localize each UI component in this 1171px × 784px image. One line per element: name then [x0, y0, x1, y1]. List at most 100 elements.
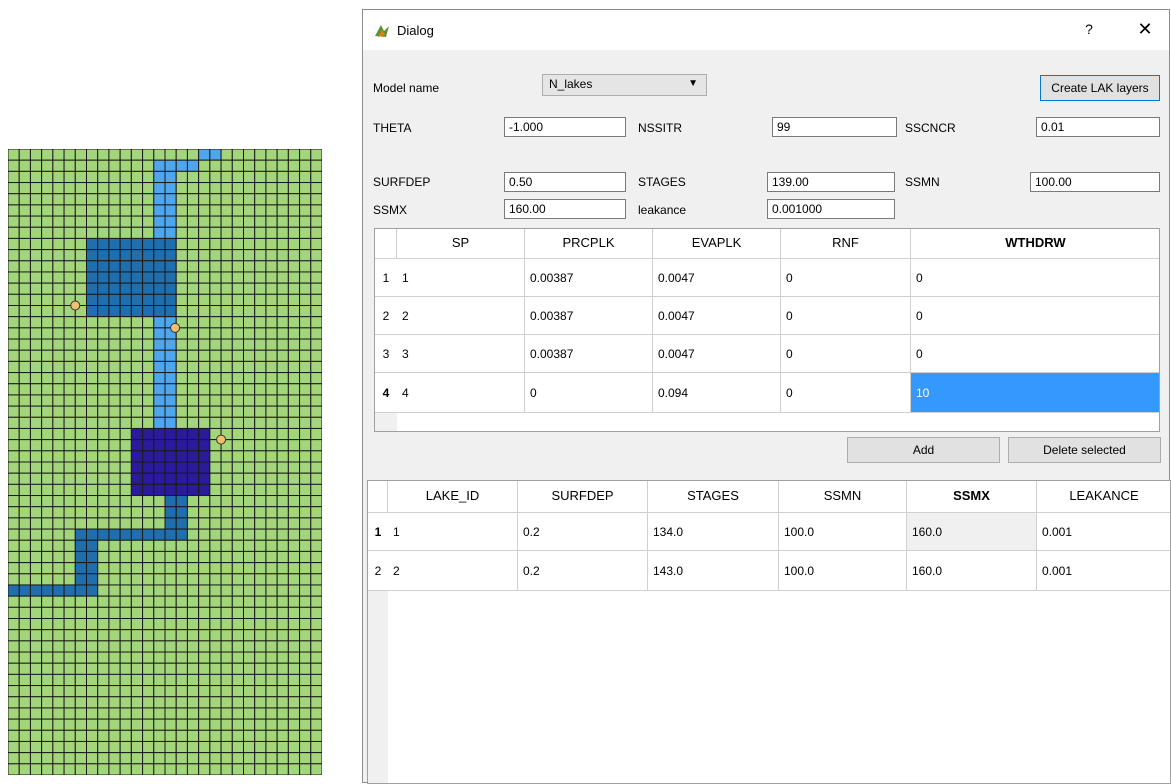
- grid-cell[interactable]: [276, 595, 289, 608]
- grid-cell[interactable]: [287, 338, 301, 351]
- grid-cell[interactable]: [108, 562, 121, 575]
- grid-cell[interactable]: [18, 170, 31, 184]
- grid-cell[interactable]: [74, 383, 88, 396]
- grid-cell[interactable]: [265, 562, 278, 575]
- row-header[interactable]: 3: [375, 335, 397, 373]
- grid-cell[interactable]: [243, 159, 256, 172]
- grid-cell[interactable]: [186, 349, 200, 362]
- table-cell[interactable]: 4: [397, 373, 525, 413]
- grid-cell[interactable]: [198, 528, 211, 541]
- grid-cell[interactable]: [209, 305, 222, 318]
- grid-cell[interactable]: [198, 618, 211, 631]
- grid-cell[interactable]: [231, 528, 244, 541]
- grid-cell[interactable]: [52, 338, 65, 351]
- grid-cell[interactable]: [86, 305, 99, 318]
- grid-cell[interactable]: [29, 338, 43, 351]
- grid-cell[interactable]: [243, 618, 256, 631]
- grid-cell[interactable]: [63, 327, 76, 340]
- grid-cell[interactable]: [220, 673, 233, 687]
- grid-cell[interactable]: [276, 372, 289, 385]
- grid-cell[interactable]: [41, 394, 54, 407]
- grid-cell[interactable]: [231, 618, 244, 631]
- grid-cell[interactable]: [18, 606, 31, 620]
- grid-cell[interactable]: [186, 740, 200, 754]
- grid-cell[interactable]: [198, 159, 211, 172]
- grid-cell[interactable]: [231, 193, 244, 206]
- grid-cell[interactable]: [63, 149, 76, 161]
- grid-cell[interactable]: [41, 450, 54, 463]
- grid-cell[interactable]: [41, 729, 54, 742]
- grid-cell[interactable]: [41, 673, 54, 687]
- grid-cell[interactable]: [97, 573, 110, 586]
- grid-cell[interactable]: [18, 740, 31, 754]
- grid-cell[interactable]: [8, 182, 20, 195]
- grid-cell[interactable]: [97, 149, 110, 161]
- grid-cell[interactable]: [142, 427, 155, 441]
- grid-cell[interactable]: [243, 707, 256, 720]
- sscncr-input[interactable]: 0.01: [1036, 117, 1160, 137]
- grid-cell[interactable]: [254, 193, 267, 206]
- grid-cell[interactable]: [231, 696, 244, 709]
- grid-cell[interactable]: [186, 506, 200, 519]
- grid-cell[interactable]: [63, 763, 76, 775]
- grid-cell[interactable]: [310, 606, 322, 620]
- grid-cell[interactable]: [130, 629, 144, 642]
- grid-cell[interactable]: [8, 461, 20, 474]
- grid-cell[interactable]: [310, 640, 322, 653]
- grid-cell[interactable]: [29, 729, 43, 742]
- grid-cell[interactable]: [18, 640, 31, 653]
- grid-cell[interactable]: [209, 293, 222, 307]
- grid-cell[interactable]: [243, 517, 256, 530]
- grid-cell[interactable]: [29, 149, 43, 161]
- grid-cell[interactable]: [142, 338, 155, 351]
- grid-cell[interactable]: [164, 215, 177, 228]
- grid-cell[interactable]: [63, 696, 76, 709]
- grid-cell[interactable]: [74, 237, 88, 251]
- grid-cell[interactable]: [74, 193, 88, 206]
- grid-cell[interactable]: [119, 506, 132, 519]
- grid-cell[interactable]: [41, 159, 54, 172]
- grid-cell[interactable]: [175, 427, 188, 441]
- grid-cell[interactable]: [52, 271, 65, 284]
- table-cell[interactable]: 3: [397, 335, 525, 373]
- grid-cell[interactable]: [130, 226, 144, 239]
- grid-cell[interactable]: [153, 517, 166, 530]
- grid-cell[interactable]: [287, 282, 301, 295]
- grid-cell[interactable]: [52, 383, 65, 396]
- grid-cell[interactable]: [18, 360, 31, 374]
- grid-cell[interactable]: [276, 550, 289, 564]
- grid-cell[interactable]: [276, 360, 289, 374]
- grid-cell[interactable]: [130, 193, 144, 206]
- grid-cell[interactable]: [18, 427, 31, 441]
- grid-cell[interactable]: [164, 427, 177, 441]
- grid-cell[interactable]: [142, 405, 155, 418]
- grid-cell[interactable]: [18, 383, 31, 396]
- ssmx-input[interactable]: 160.00: [504, 199, 626, 219]
- grid-cell[interactable]: [243, 405, 256, 418]
- grid-cell[interactable]: [299, 338, 312, 351]
- grid-cell[interactable]: [63, 606, 76, 620]
- grid-cell[interactable]: [8, 215, 20, 228]
- grid-cell[interactable]: [287, 215, 301, 228]
- table-cell[interactable]: 2: [388, 551, 518, 591]
- grid-cell[interactable]: [310, 763, 322, 775]
- grid-cell[interactable]: [209, 595, 222, 608]
- grid-cell[interactable]: [198, 439, 211, 452]
- grid-cell[interactable]: [198, 405, 211, 418]
- grid-cell[interactable]: [198, 539, 211, 552]
- grid-cell[interactable]: [265, 528, 278, 541]
- grid-cell[interactable]: [153, 349, 166, 362]
- grid-cell[interactable]: [243, 338, 256, 351]
- grid-cell[interactable]: [18, 651, 31, 664]
- grid-cell[interactable]: [97, 327, 110, 340]
- grid-cell[interactable]: [243, 718, 256, 731]
- grid-cell[interactable]: [299, 763, 312, 775]
- grid-cell[interactable]: [52, 237, 65, 251]
- grid-cell[interactable]: [52, 729, 65, 742]
- grid-cell[interactable]: [18, 193, 31, 206]
- grid-cell[interactable]: [108, 729, 121, 742]
- grid-cell[interactable]: [310, 673, 322, 687]
- grid-cell[interactable]: [287, 651, 301, 664]
- grid-cell[interactable]: [130, 305, 144, 318]
- grid-cell[interactable]: [130, 550, 144, 564]
